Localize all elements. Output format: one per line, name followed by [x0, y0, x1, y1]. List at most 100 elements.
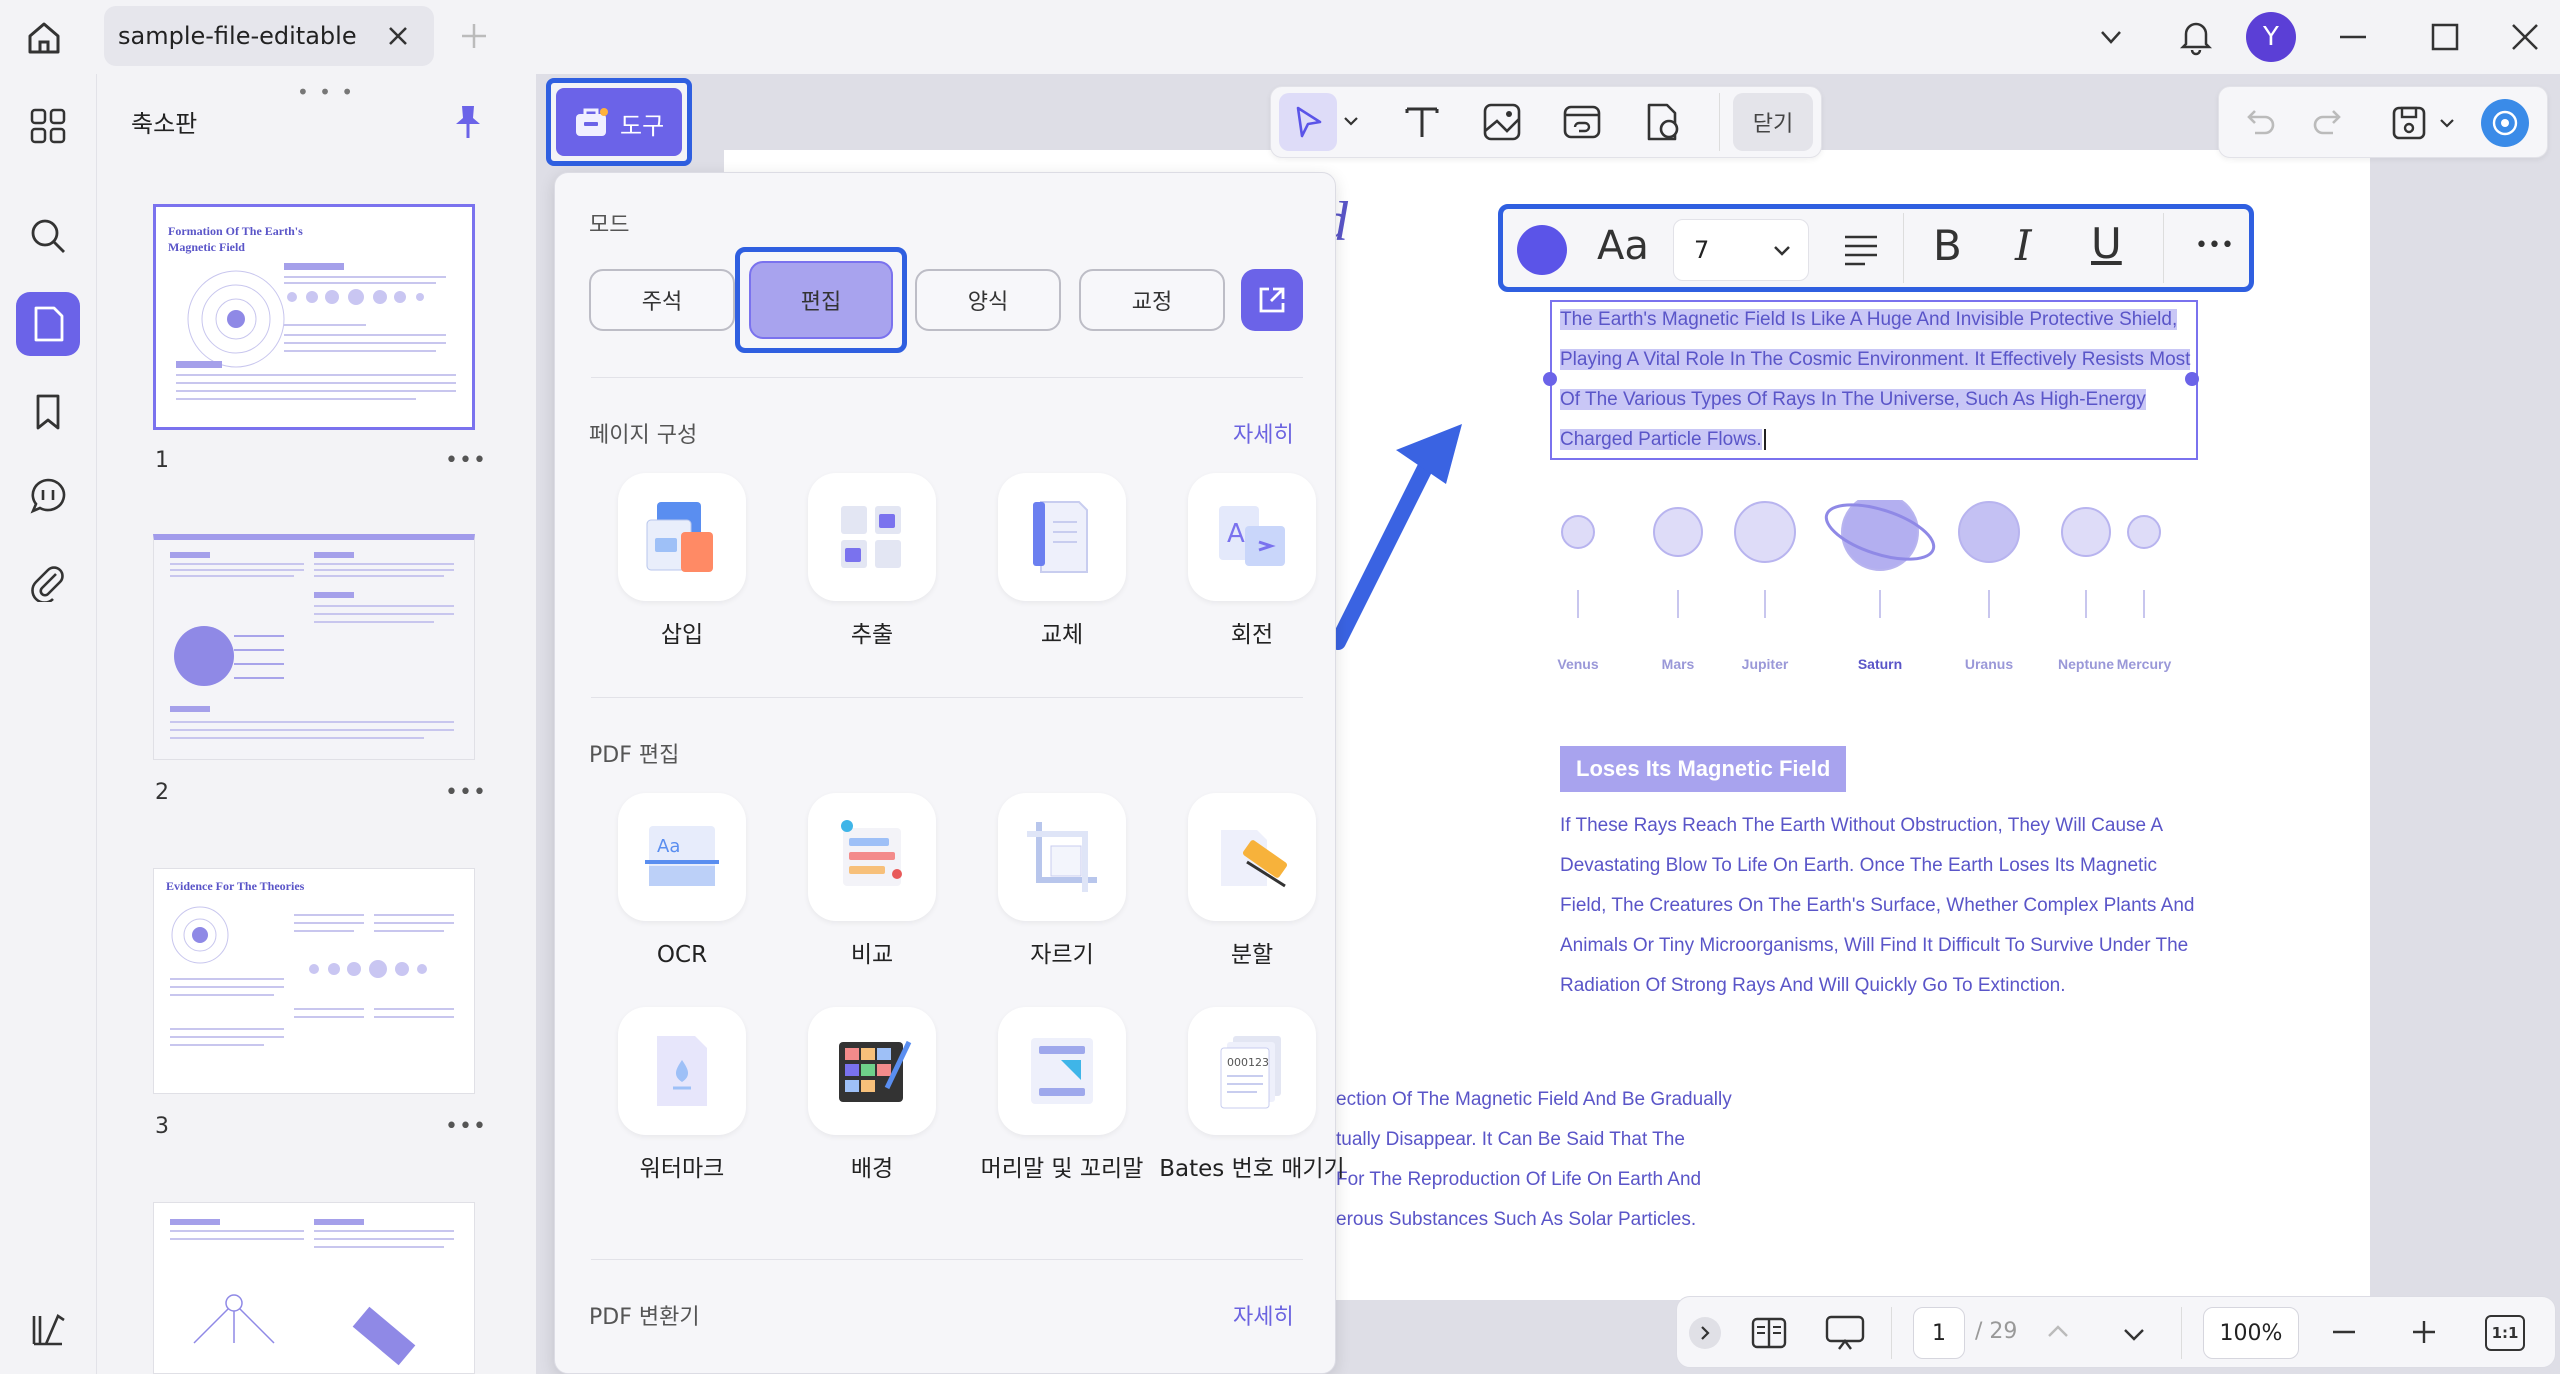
document-tab[interactable]: sample-file-editable	[104, 6, 434, 66]
watermark-tool[interactable]: 워터마크	[587, 1007, 777, 1185]
pin-icon[interactable]	[453, 104, 483, 140]
home-icon[interactable]	[20, 14, 68, 62]
underline-button[interactable]: U	[2091, 219, 2122, 268]
chevron-down-icon[interactable]	[2437, 113, 2457, 133]
avatar[interactable]: Y	[2246, 12, 2296, 62]
open-external-icon[interactable]	[1241, 269, 1303, 331]
header-footer-tool[interactable]: 머리말 및 꼬리말	[967, 1007, 1157, 1185]
more-options-icon[interactable]: •••	[2195, 233, 2234, 258]
extract-tool[interactable]: 추출	[777, 473, 967, 651]
actions-toolbar	[2218, 86, 2548, 158]
planet-mercury-icon	[2127, 515, 2161, 549]
bookmark-icon[interactable]	[16, 380, 80, 444]
resize-handle-left[interactable]	[1543, 372, 1557, 386]
thumbnails-icon[interactable]	[16, 292, 80, 356]
crop-tool[interactable]: 자르기	[967, 793, 1157, 971]
library-icon[interactable]	[16, 1298, 80, 1362]
page-section-more-link[interactable]: 자세히	[1233, 417, 1294, 449]
attachment-icon[interactable]	[16, 550, 80, 614]
ocr-tool[interactable]: Aa OCR	[587, 793, 777, 971]
close-edit-button[interactable]: 닫기	[1733, 93, 1813, 151]
save-icon[interactable]	[2389, 103, 2429, 143]
zoom-level[interactable]: 100%	[2203, 1307, 2299, 1359]
select-tool-icon[interactable]	[1279, 93, 1337, 151]
background-tool[interactable]: 배경	[777, 1007, 967, 1185]
zoom-in-icon[interactable]	[2409, 1317, 2439, 1347]
page-number-input[interactable]: 1	[1913, 1307, 1965, 1359]
page-total: / 29	[1975, 1319, 2018, 1344]
replace-tool[interactable]: 교체	[967, 473, 1157, 651]
body-paragraph-2[interactable]: ection Of The Magnetic Field And Be Grad…	[1336, 1080, 1732, 1240]
minimize-icon[interactable]	[2336, 20, 2370, 54]
watermark-tool-icon[interactable]	[1641, 101, 1683, 143]
planet-label: Mercury	[2116, 656, 2172, 672]
notification-bell-icon[interactable]	[2174, 14, 2218, 58]
maximize-icon[interactable]	[2428, 20, 2462, 54]
bold-button[interactable]: B	[1933, 221, 1962, 270]
compare-tool-label: 비교	[850, 942, 894, 968]
selected-text-block[interactable]: The Earth's Magnetic Field Is Like A Hug…	[1560, 300, 2191, 460]
thumbnail-heading: Evidence For The Theories	[166, 879, 305, 893]
italic-button[interactable]: I	[2015, 221, 2032, 270]
watermark-tool-label: 워터마크	[639, 1156, 725, 1182]
thumbnail-page-1[interactable]: Formation Of The Earth's Magnetic Field	[153, 204, 475, 430]
body-line: Devastating Blow To Life On Earth. Once …	[1560, 855, 2158, 876]
zoom-out-icon[interactable]	[2329, 1317, 2359, 1347]
comments-icon[interactable]	[16, 464, 80, 528]
thumbnail-page-3[interactable]: Evidence For The Theories	[153, 868, 475, 1094]
text-tool-icon[interactable]	[1401, 101, 1443, 143]
body-paragraph[interactable]: If These Rays Reach The Earth Without Ob…	[1560, 806, 2194, 1006]
section-heading[interactable]: Loses Its Magnetic Field	[1560, 746, 1847, 792]
tools-button[interactable]: 도구	[556, 88, 682, 156]
mode-edit-button[interactable]: 편집	[749, 261, 893, 339]
chevron-down-icon[interactable]	[1341, 111, 1361, 131]
planet-label: Uranus	[1964, 656, 2014, 672]
page-layout-icon[interactable]	[1749, 1313, 1789, 1353]
chevron-down-icon[interactable]	[2094, 20, 2128, 54]
svg-text:000123: 000123	[1227, 1056, 1269, 1069]
split-tool[interactable]: 분할	[1157, 793, 1347, 971]
align-icon[interactable]	[1841, 229, 1881, 269]
planet-mars-icon	[1653, 507, 1703, 557]
new-tab-icon[interactable]	[458, 20, 490, 52]
page-section-title: 페이지 구성	[589, 423, 698, 448]
actual-size-button[interactable]: 1:1	[2485, 1315, 2525, 1351]
thumbnail-more-icon[interactable]: •••	[445, 1114, 487, 1139]
mode-review-button[interactable]: 교정	[1079, 269, 1225, 331]
ai-assistant-icon[interactable]	[2481, 99, 2529, 147]
next-page-icon[interactable]	[2119, 1319, 2149, 1349]
thumbnail-page-4[interactable]	[153, 1202, 475, 1374]
apps-grid-icon[interactable]	[16, 94, 80, 158]
link-tool-icon[interactable]	[1561, 101, 1603, 143]
divider	[1719, 93, 1720, 151]
insert-pages-icon	[618, 473, 746, 601]
insert-tool-label: 삽입	[660, 622, 704, 648]
rotate-tool[interactable]: A 회전	[1157, 473, 1347, 651]
thumbnail-page-2[interactable]	[153, 534, 475, 760]
mode-annotate-button[interactable]: 주석	[589, 269, 735, 331]
font-size-select[interactable]: 7	[1673, 219, 1809, 281]
presentation-icon[interactable]	[1823, 1313, 1867, 1353]
bates-number-tool[interactable]: 000123 Bates 번호 매기기	[1157, 1007, 1347, 1185]
converter-section-more-link[interactable]: 자세히	[1233, 1299, 1294, 1331]
close-tab-icon[interactable]	[382, 20, 414, 52]
insert-tool[interactable]: 삽입	[587, 473, 777, 651]
undo-icon[interactable]	[2241, 105, 2277, 141]
image-tool-icon[interactable]	[1481, 101, 1523, 143]
compare-tool[interactable]: 비교	[777, 793, 967, 971]
mode-form-button[interactable]: 양식	[915, 269, 1061, 331]
replace-pages-icon	[998, 473, 1126, 601]
previous-page-icon[interactable]	[2043, 1317, 2073, 1347]
chevron-right-icon[interactable]	[1689, 1317, 1721, 1349]
redo-icon[interactable]	[2311, 105, 2347, 141]
crop-icon	[998, 793, 1126, 921]
search-icon[interactable]	[16, 204, 80, 268]
thumbnail-more-icon[interactable]: •••	[445, 448, 487, 473]
tab-title: sample-file-editable	[118, 22, 357, 50]
text-color-swatch[interactable]	[1517, 225, 1567, 275]
close-window-icon[interactable]	[2508, 20, 2542, 54]
font-style-button[interactable]: Aa	[1597, 223, 1649, 269]
header-footer-icon	[998, 1007, 1126, 1135]
panel-resize-handle[interactable]: • • •	[297, 80, 355, 104]
thumbnail-more-icon[interactable]: •••	[445, 780, 487, 805]
